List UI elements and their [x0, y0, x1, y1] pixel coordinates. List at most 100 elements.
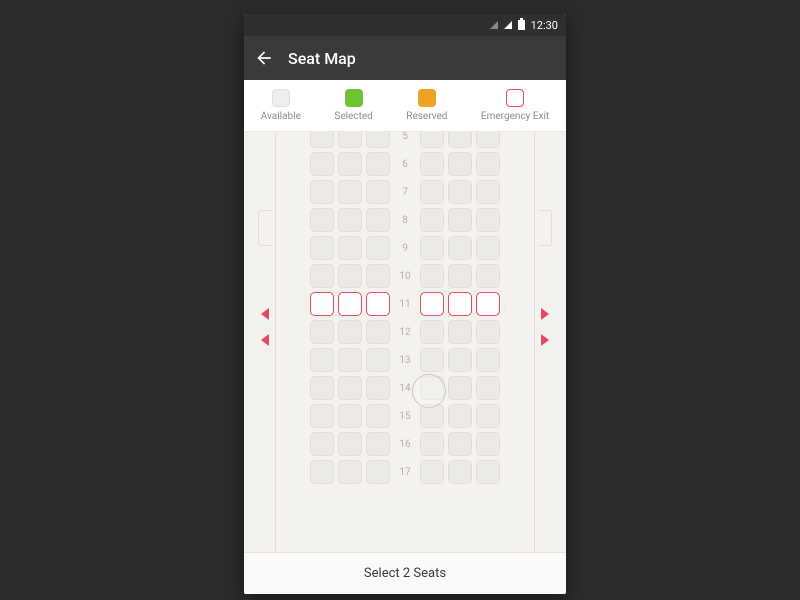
seat-emergency[interactable]	[310, 292, 334, 316]
seat-available[interactable]	[338, 320, 362, 344]
legend-emergency: Emergency Exit	[481, 89, 549, 122]
footer-bar[interactable]: Select 2 Seats	[244, 552, 566, 594]
seat-block-right	[420, 132, 500, 148]
seat-available[interactable]	[366, 152, 390, 176]
seat-available[interactable]	[310, 432, 334, 456]
wifi-icon	[490, 21, 498, 29]
seat-available[interactable]	[310, 460, 334, 484]
seat-block-right	[420, 460, 500, 484]
seat-available[interactable]	[476, 264, 500, 288]
seat-available[interactable]	[366, 348, 390, 372]
seat-available[interactable]	[366, 432, 390, 456]
seat-available[interactable]	[366, 180, 390, 204]
seat-available[interactable]	[448, 348, 472, 372]
row-number: 12	[394, 327, 416, 338]
row-number: 15	[394, 411, 416, 422]
seat-available[interactable]	[448, 404, 472, 428]
seat-available[interactable]	[476, 320, 500, 344]
seat-available[interactable]	[366, 376, 390, 400]
seat-available[interactable]	[420, 348, 444, 372]
seat-available[interactable]	[338, 132, 362, 148]
seat-available[interactable]	[310, 208, 334, 232]
legend-available-label: Available	[261, 111, 301, 122]
seat-available[interactable]	[476, 132, 500, 148]
seat-available[interactable]	[448, 152, 472, 176]
seat-available[interactable]	[420, 432, 444, 456]
seat-available[interactable]	[476, 208, 500, 232]
seat-available[interactable]	[310, 404, 334, 428]
seat-available[interactable]	[366, 132, 390, 148]
seat-available[interactable]	[310, 236, 334, 260]
seat-available[interactable]	[338, 348, 362, 372]
seat-row: 5	[310, 132, 500, 148]
seat-available[interactable]	[476, 236, 500, 260]
seat-available[interactable]	[448, 180, 472, 204]
seat-available[interactable]	[476, 348, 500, 372]
seat-available[interactable]	[310, 264, 334, 288]
seat-emergency[interactable]	[448, 292, 472, 316]
seat-available[interactable]	[448, 236, 472, 260]
seat-available[interactable]	[310, 320, 334, 344]
seat-available[interactable]	[420, 180, 444, 204]
seat-available[interactable]	[338, 208, 362, 232]
seat-available[interactable]	[310, 180, 334, 204]
seat-available[interactable]	[476, 404, 500, 428]
seat-emergency[interactable]	[366, 292, 390, 316]
seat-available[interactable]	[366, 208, 390, 232]
seat-available[interactable]	[420, 132, 444, 148]
seat-available[interactable]	[476, 376, 500, 400]
seat-available[interactable]	[366, 404, 390, 428]
seat-available[interactable]	[310, 376, 334, 400]
seat-available[interactable]	[448, 432, 472, 456]
seat-available[interactable]	[476, 460, 500, 484]
seat-emergency[interactable]	[476, 292, 500, 316]
seat-available[interactable]	[310, 132, 334, 148]
seat-block-right	[420, 320, 500, 344]
seat-available[interactable]	[338, 264, 362, 288]
seat-available[interactable]	[448, 132, 472, 148]
seat-emergency[interactable]	[338, 292, 362, 316]
seat-available[interactable]	[420, 460, 444, 484]
legend: Available Selected Reserved Emergency Ex…	[244, 80, 566, 132]
legend-reserved-label: Reserved	[406, 111, 447, 122]
seat-available[interactable]	[310, 152, 334, 176]
seat-row: 7	[310, 180, 500, 204]
seat-available[interactable]	[420, 236, 444, 260]
seat-available[interactable]	[366, 236, 390, 260]
seat-available[interactable]	[420, 152, 444, 176]
seat-available[interactable]	[338, 432, 362, 456]
seat-available[interactable]	[448, 208, 472, 232]
row-number: 17	[394, 467, 416, 478]
seat-available[interactable]	[448, 320, 472, 344]
seat-available[interactable]	[476, 152, 500, 176]
swatch-emergency-icon	[506, 89, 524, 107]
seat-available[interactable]	[448, 264, 472, 288]
seat-row: 12	[310, 320, 500, 344]
seat-available[interactable]	[420, 264, 444, 288]
seat-available[interactable]	[420, 208, 444, 232]
seat-available[interactable]	[366, 320, 390, 344]
seat-available[interactable]	[310, 348, 334, 372]
row-number: 10	[394, 271, 416, 282]
seat-available[interactable]	[448, 460, 472, 484]
seat-available[interactable]	[338, 404, 362, 428]
seat-available[interactable]	[420, 320, 444, 344]
seat-available[interactable]	[338, 152, 362, 176]
phone-frame: 12:30 Seat Map Available Selected Reserv…	[244, 14, 566, 594]
seat-available[interactable]	[338, 376, 362, 400]
seat-emergency[interactable]	[420, 292, 444, 316]
seat-block-left	[310, 320, 390, 344]
seat-available[interactable]	[366, 460, 390, 484]
seat-available[interactable]	[448, 376, 472, 400]
seat-available[interactable]	[338, 236, 362, 260]
back-button[interactable]	[254, 48, 274, 68]
row-number: 13	[394, 355, 416, 366]
seat-map[interactable]: 567891011121314151617	[244, 132, 566, 552]
seat-available[interactable]	[476, 432, 500, 456]
seat-available[interactable]	[338, 180, 362, 204]
signal-icon	[504, 21, 512, 29]
seat-available[interactable]	[366, 264, 390, 288]
seat-available[interactable]	[476, 180, 500, 204]
seat-available[interactable]	[338, 460, 362, 484]
exit-arrow-right-icon	[541, 334, 549, 346]
